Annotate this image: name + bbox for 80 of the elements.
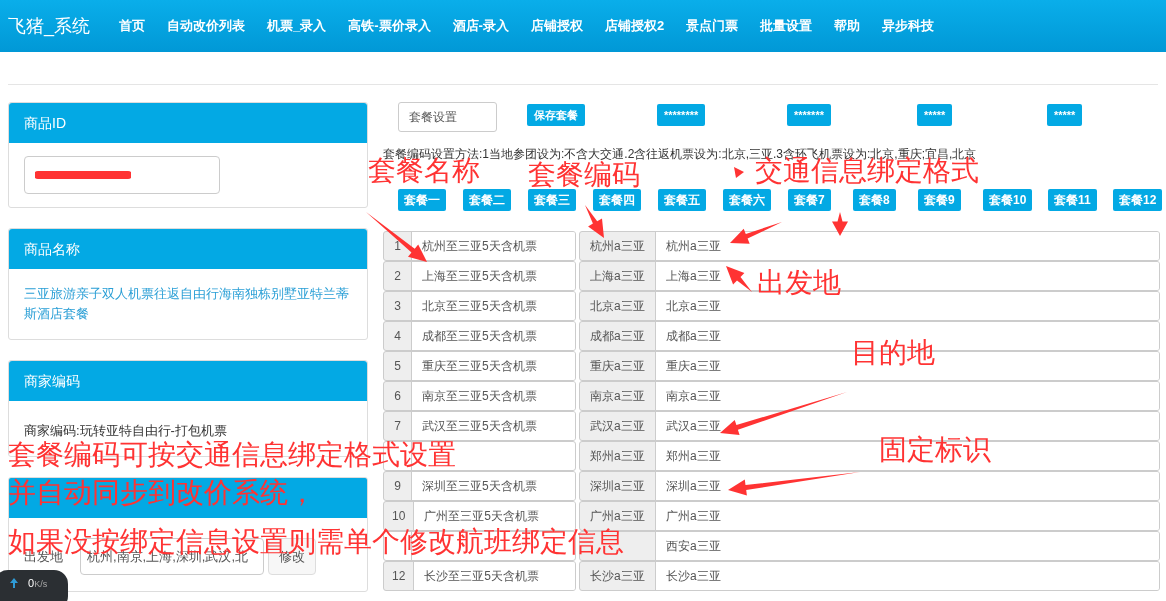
package-code: 武汉a三亚 [590, 418, 645, 435]
row-number: 9 [394, 478, 401, 495]
row-number: 4 [394, 328, 401, 345]
panel-header: 商品ID [9, 103, 367, 143]
toolbar-button[interactable]: ******* [787, 104, 831, 127]
package-tab[interactable]: 套餐六 [723, 189, 771, 211]
upload-arrow-icon [10, 578, 18, 588]
annotation-arrow [585, 205, 604, 238]
package-tab[interactable]: 套餐一 [398, 189, 446, 211]
toolbar-button[interactable]: ***** [1047, 104, 1083, 127]
binding-field[interactable]: 武汉a三亚 [666, 417, 721, 435]
package-tab[interactable]: 套餐五 [658, 189, 706, 211]
binding-field[interactable]: 重庆a三亚 [666, 357, 721, 375]
annotation-text: 套餐名称 [368, 159, 480, 183]
toolbar-button[interactable]: ***** [917, 104, 953, 127]
nav-link[interactable]: 帮助 [823, 16, 872, 36]
binding-field[interactable]: 上海a三亚 [666, 267, 721, 285]
annotation-text: 目的地 [851, 341, 935, 365]
panel-header: 商家编码 [9, 361, 367, 401]
nav-link[interactable]: 自动改价列表 [156, 16, 256, 36]
row-number: 7 [394, 418, 401, 435]
annotation-text: 套餐编码 [528, 163, 640, 187]
package-code: 广州a三亚 [590, 508, 645, 525]
merchant-code-text: 商家编码:玩转亚特自由行-打包机票 [24, 423, 227, 438]
package-code: 重庆a三亚 [590, 358, 645, 375]
panel-header: 商品名称 [9, 229, 367, 269]
nav-link[interactable]: 景点门票 [675, 16, 750, 36]
package-code: 杭州a三亚 [590, 238, 645, 255]
nav-link[interactable]: 首页 [108, 16, 156, 36]
nav-link[interactable]: 批量设置 [749, 16, 824, 36]
binding-field[interactable]: 长沙a三亚 [666, 567, 721, 585]
binding-field[interactable]: 郑州a三亚 [666, 447, 721, 465]
package-code: 成都a三亚 [590, 328, 645, 345]
row-number: 3 [394, 298, 401, 315]
package-tab[interactable]: 套餐8 [853, 189, 896, 211]
row-number: 2 [394, 268, 401, 285]
package-tab[interactable]: 套餐四 [593, 189, 641, 211]
package-code: 郑州a三亚 [590, 448, 645, 465]
nav-link[interactable]: 异步科技 [871, 16, 946, 36]
nav-link[interactable]: 机票_录入 [256, 16, 338, 36]
package-code: 南京a三亚 [590, 388, 645, 405]
package-tab[interactable]: 套餐7 [788, 189, 831, 211]
toolbar-button[interactable]: ******** [657, 104, 706, 127]
row-number: 10 [392, 508, 406, 525]
nav-link[interactable]: 酒店-录入 [441, 16, 520, 36]
package-tab[interactable]: 套餐10 [983, 189, 1033, 211]
binding-field[interactable]: 西安a三亚 [666, 537, 721, 555]
package-tab[interactable]: 套餐12 [1113, 189, 1163, 211]
binding-field[interactable]: 深圳a三亚 [666, 477, 721, 495]
annotation-arrow [730, 222, 782, 244]
nav-link[interactable]: 店铺授权 [519, 16, 594, 36]
annotation-mark [734, 167, 744, 178]
brand-title[interactable]: 飞猪_系统 [8, 12, 90, 40]
package-code: 上海a三亚 [590, 268, 645, 285]
nav-link[interactable]: 高铁-票价录入 [337, 16, 442, 36]
row-number: 12 [392, 568, 406, 585]
binding-field[interactable]: 南京a三亚 [666, 387, 721, 405]
annotation-arrow [726, 266, 752, 292]
toolbar-button[interactable]: 保存套餐 [527, 104, 585, 127]
package-tab[interactable]: 套餐11 [1048, 189, 1097, 211]
row-number: 5 [394, 358, 401, 375]
upload-speed: 0K/s [28, 576, 48, 591]
package-tab[interactable]: 套餐三 [528, 189, 576, 211]
product-id-field[interactable] [24, 156, 220, 194]
nav-link[interactable]: 店铺授权2 [593, 16, 676, 36]
binding-field[interactable]: 成都a三亚 [666, 327, 721, 345]
product-name-link[interactable]: 三亚旅游亲子双人机票往返自由行海南独栋别墅亚特兰蒂斯酒店套餐 [24, 284, 349, 324]
package-code: 北京a三亚 [590, 298, 645, 315]
annotation-text: 出发地 [757, 271, 841, 295]
annotation-arrow [832, 212, 848, 236]
binding-field[interactable]: 杭州a三亚 [666, 237, 721, 255]
package-tab[interactable]: 套餐9 [918, 189, 961, 211]
package-settings-field[interactable]: 套餐设置 [398, 102, 497, 132]
package-code: 深圳a三亚 [590, 478, 645, 495]
binding-field[interactable]: 广州a三亚 [666, 507, 721, 525]
row-number: 1 [394, 238, 401, 255]
package-code: 长沙a三亚 [590, 568, 645, 585]
row-number: 6 [394, 388, 401, 405]
binding-field[interactable]: 北京a三亚 [666, 297, 721, 315]
package-tab[interactable]: 套餐二 [463, 189, 511, 211]
